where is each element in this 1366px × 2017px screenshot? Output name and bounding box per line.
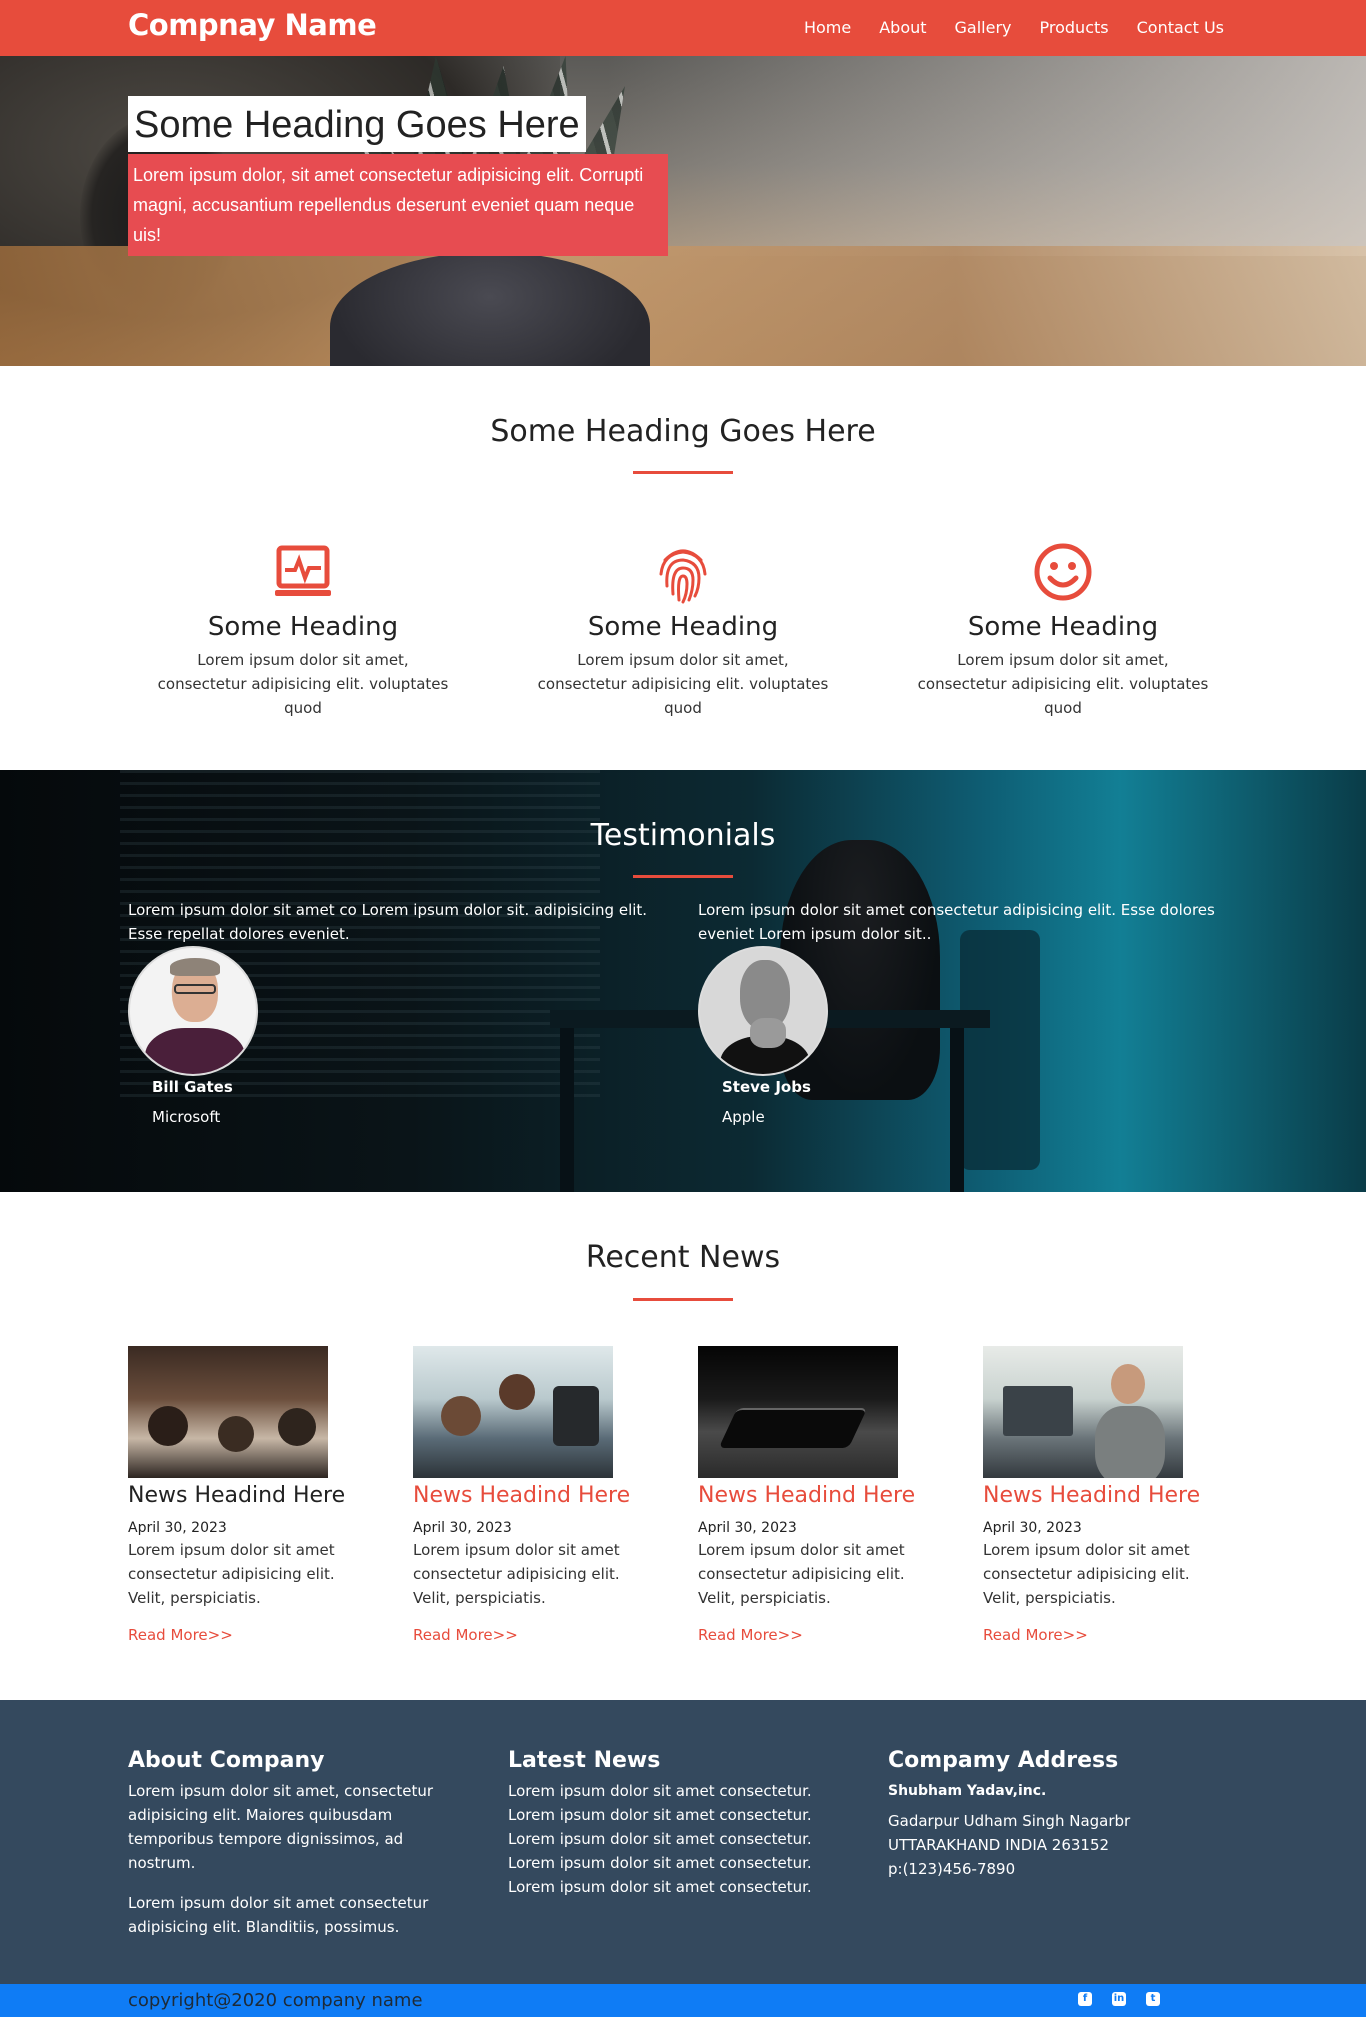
news-text: Lorem ipsum dolor sit amet consectetur a…: [128, 1541, 335, 1607]
monitor-pulse-icon: [271, 540, 335, 604]
smile-icon: [1031, 540, 1095, 604]
testimonials-title: Testimonials: [590, 818, 776, 853]
testimonial-quote: Lorem ipsum dolor sit amet consectetur a…: [698, 901, 1215, 943]
footer-latest-title: Latest News: [508, 1748, 661, 1773]
news-heading[interactable]: News Headind Here: [698, 1482, 938, 1510]
hero-text: Lorem ipsum dolor, sit amet consectetur …: [128, 154, 668, 256]
news-heading[interactable]: News Headind Here: [983, 1482, 1223, 1510]
copyright-text: copyright@2020 company name: [128, 1990, 423, 2011]
feature-text: Lorem ipsum dolor sit amet, consectetur …: [157, 651, 449, 717]
brand-logo[interactable]: Compnay Name: [128, 8, 377, 42]
nav-contact[interactable]: Contact Us: [1137, 18, 1224, 37]
news-date: April 30, 2023: [698, 1520, 797, 1536]
hero-title: Some Heading Goes Here: [128, 96, 586, 152]
features-underline: [633, 471, 733, 474]
news-text: Lorem ipsum dolor sit amet consectetur a…: [413, 1541, 620, 1607]
testimonials-bg-chair: [960, 930, 1040, 1170]
news-card: News Headind Here April 30, 2023 Lorem i…: [698, 1346, 938, 1644]
testimonial-company: Microsoft: [152, 1108, 221, 1126]
news-text: Lorem ipsum dolor sit amet consectetur a…: [983, 1541, 1190, 1607]
news-date: April 30, 2023: [413, 1520, 512, 1536]
footer-about-text: Lorem ipsum dolor sit amet consectetur a…: [128, 1894, 429, 1936]
footer-about: About Company Lorem ipsum dolor sit amet…: [128, 1748, 468, 1939]
nav-menu: Home About Gallery Products Contact Us: [804, 18, 1224, 37]
nav-products[interactable]: Products: [1040, 18, 1109, 37]
footer-latest-item[interactable]: Lorem ipsum dolor sit amet consectetur.: [508, 1851, 848, 1875]
feature-heading: Some Heading: [967, 612, 1159, 642]
news-date: April 30, 2023: [983, 1520, 1082, 1536]
hero-bg-table: [0, 246, 1366, 366]
testimonials-underline: [633, 875, 733, 878]
testimonials-bg-desk-leg: [950, 1028, 964, 1192]
footer-address-line: UTTARAKHAND INDIA 263152: [888, 1836, 1110, 1854]
testimonial-company: Apple: [722, 1108, 765, 1126]
navbar: Compnay Name Home About Gallery Products…: [0, 0, 1366, 56]
read-more-link[interactable]: Read More>>: [983, 1626, 1223, 1644]
news-image[interactable]: [413, 1346, 613, 1478]
linkedin-icon[interactable]: in: [1112, 1992, 1126, 2006]
footer-latest-item[interactable]: Lorem ipsum dolor sit amet consectetur.: [508, 1827, 848, 1851]
read-more-link[interactable]: Read More>>: [413, 1626, 653, 1644]
footer-about-text: Lorem ipsum dolor sit amet, consectetur …: [128, 1782, 434, 1872]
news-card: News Headind Here April 30, 2023 Lorem i…: [413, 1346, 653, 1644]
avatar: [698, 946, 828, 1076]
read-more-link[interactable]: Read More>>: [698, 1626, 938, 1644]
footer-latest-news: Latest News Lorem ipsum dolor sit amet c…: [508, 1748, 848, 1899]
footer-address-title: Compamy Address: [888, 1748, 1119, 1773]
bottom-bar: copyright@2020 company name f in t: [0, 1984, 1366, 2017]
footer-address: Compamy Address Shubham Yadav,inc. Gadar…: [888, 1748, 1228, 1881]
news-card: News Headind Here April 30, 2023 Lorem i…: [983, 1346, 1223, 1644]
nav-about[interactable]: About: [879, 18, 926, 37]
news-underline: [633, 1298, 733, 1301]
feature-card: Some Heading Lorem ipsum dolor sit amet,…: [913, 540, 1213, 720]
footer-address-line: Gadarpur Udham Singh Nagarbr: [888, 1812, 1131, 1830]
nav-home[interactable]: Home: [804, 18, 851, 37]
nav-gallery[interactable]: Gallery: [955, 18, 1012, 37]
testimonial-name: Steve Jobs: [722, 1078, 811, 1096]
testimonial-name: Bill Gates: [152, 1078, 233, 1096]
footer-latest-item[interactable]: Lorem ipsum dolor sit amet consectetur.: [508, 1875, 848, 1899]
features-title: Some Heading Goes Here: [490, 414, 876, 449]
feature-text: Lorem ipsum dolor sit amet, consectetur …: [917, 651, 1209, 717]
news-title: Recent News: [585, 1240, 781, 1275]
news-heading[interactable]: News Headind Here: [413, 1482, 653, 1510]
news-image[interactable]: [698, 1346, 898, 1478]
footer-latest-item[interactable]: Lorem ipsum dolor sit amet consectetur.: [508, 1779, 848, 1803]
feature-card: Some Heading Lorem ipsum dolor sit amet,…: [153, 540, 453, 720]
footer-company-name: Shubham Yadav,inc.: [888, 1783, 1047, 1799]
news-date: April 30, 2023: [128, 1520, 227, 1536]
testimonials-bg-desk-leg: [560, 1028, 574, 1192]
footer-phone: p:(123)456-7890: [888, 1860, 1016, 1878]
read-more-link[interactable]: Read More>>: [128, 1626, 368, 1644]
facebook-icon[interactable]: f: [1078, 1992, 1092, 2006]
news-card: News Headind Here April 30, 2023 Lorem i…: [128, 1346, 368, 1644]
feature-heading: Some Heading: [207, 612, 399, 642]
news-heading[interactable]: News Headind Here: [128, 1482, 368, 1510]
news-image[interactable]: [128, 1346, 328, 1478]
fingerprint-icon: [651, 540, 715, 604]
feature-text: Lorem ipsum dolor sit amet, consectetur …: [537, 651, 829, 717]
feature-heading: Some Heading: [587, 612, 779, 642]
avatar: [128, 946, 258, 1076]
hero-bg-blur: [606, 56, 1366, 256]
news-text: Lorem ipsum dolor sit amet consectetur a…: [698, 1541, 905, 1607]
footer-about-title: About Company: [128, 1748, 325, 1773]
news-image[interactable]: [983, 1346, 1183, 1478]
testimonial-quote: Lorem ipsum dolor sit amet co Lorem ipsu…: [128, 901, 648, 943]
footer-latest-item[interactable]: Lorem ipsum dolor sit amet consectetur.: [508, 1803, 848, 1827]
twitter-icon[interactable]: t: [1146, 1992, 1160, 2006]
feature-card: Some Heading Lorem ipsum dolor sit amet,…: [533, 540, 833, 720]
